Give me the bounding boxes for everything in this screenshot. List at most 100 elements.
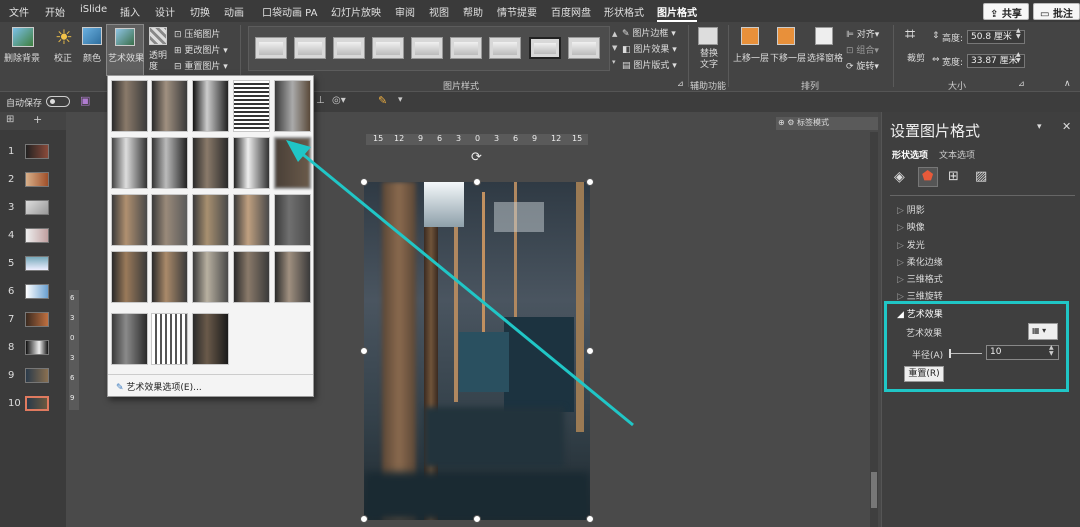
art-effect-option[interactable]: [274, 80, 311, 132]
align-shapes-icon[interactable]: ⊥: [316, 95, 325, 106]
transparency-icon[interactable]: [149, 27, 167, 45]
reset-picture-button[interactable]: ⊟ 重置图片 ▾: [174, 59, 228, 72]
art-effect-option[interactable]: [274, 251, 311, 303]
art-effects-options-item[interactable]: ✎ 艺术效果选项(E)...: [116, 380, 202, 393]
art-effect-option[interactable]: [274, 194, 311, 246]
send-backward-label[interactable]: 下移一层: [770, 51, 806, 64]
radius-slider[interactable]: [949, 349, 982, 358]
art-effect-option[interactable]: [111, 251, 148, 303]
slide-thumbnail[interactable]: 3: [0, 197, 66, 221]
color-label[interactable]: 颜色: [83, 51, 101, 64]
art-effect-picker[interactable]: ▦ ▾: [1028, 323, 1058, 340]
rotate-handle-icon[interactable]: ⟳: [471, 150, 482, 165]
slide-thumbnail[interactable]: 1: [0, 141, 66, 165]
tab-baidu-disk[interactable]: 百度网盘: [551, 4, 591, 19]
art-effect-option-blur-selected[interactable]: [274, 137, 311, 189]
selection-pane-label[interactable]: 选择窗格: [807, 51, 843, 64]
resize-handle[interactable]: [586, 515, 594, 523]
bring-forward-label[interactable]: 上移一层: [733, 51, 769, 64]
tab-islide[interactable]: iSlide: [80, 4, 107, 15]
art-effect-option[interactable]: [111, 80, 148, 132]
tab-file[interactable]: 文件: [9, 4, 29, 19]
tag-mode-button[interactable]: 标签模式: [797, 118, 829, 127]
picture-style-option[interactable]: [568, 37, 600, 59]
fill-line-icon[interactable]: ◈: [894, 169, 905, 185]
tab-picture-format[interactable]: 图片格式: [657, 4, 697, 22]
radius-spinner[interactable]: ▲ ▼: [1049, 345, 1054, 357]
crop-icon[interactable]: ⌗: [905, 26, 915, 44]
size-properties-icon[interactable]: ⊞: [948, 169, 959, 184]
tab-slideshow[interactable]: 幻灯片放映: [331, 4, 381, 19]
art-effect-option[interactable]: [151, 251, 188, 303]
resize-handle[interactable]: [360, 347, 368, 355]
tab-review[interactable]: 审阅: [395, 4, 415, 19]
art-effect-option[interactable]: [233, 137, 270, 189]
slide-thumbnail[interactable]: 7: [0, 309, 66, 333]
art-effect-option[interactable]: [192, 137, 229, 189]
picture-style-option[interactable]: [255, 37, 287, 59]
slide-thumbnail[interactable]: 9: [0, 365, 66, 389]
slide-thumbnail[interactable]: 5: [0, 253, 66, 277]
resize-handle[interactable]: [586, 178, 594, 186]
art-effect-option[interactable]: [233, 251, 270, 303]
art-effect-option[interactable]: [111, 313, 148, 365]
color-icon[interactable]: [82, 27, 102, 45]
picture-style-option[interactable]: [333, 37, 365, 59]
picture-style-option[interactable]: [529, 37, 561, 59]
slide-thumbnail[interactable]: 2: [0, 169, 66, 193]
crop-label[interactable]: 裁剪: [907, 51, 925, 64]
group-button[interactable]: ⊡ 组合▾: [846, 43, 879, 56]
tab-pocket-animation[interactable]: 口袋动画 PA: [262, 4, 317, 19]
width-spinner[interactable]: ▲ ▼: [1016, 52, 1021, 64]
section-3d-format[interactable]: ▷ 三维格式: [897, 272, 943, 285]
sun-icon[interactable]: ☀: [55, 27, 73, 47]
send-backward-icon[interactable]: [777, 27, 795, 45]
vertical-scrollbar[interactable]: [870, 132, 878, 527]
section-shadow[interactable]: ▷ 阴影: [897, 203, 925, 216]
picture-icon[interactable]: ▨: [975, 169, 987, 184]
art-effect-option[interactable]: [192, 251, 229, 303]
bring-forward-icon[interactable]: [741, 27, 759, 45]
art-effects-button[interactable]: 艺术效果: [106, 24, 144, 76]
resize-handle[interactable]: [473, 515, 481, 523]
section-soft-edges[interactable]: ▷ 柔化边缘: [897, 255, 943, 268]
slide-thumbnail[interactable]: 6: [0, 281, 66, 305]
pane-options-icon[interactable]: ▾: [1037, 122, 1042, 132]
art-effect-option[interactable]: [151, 194, 188, 246]
add-section-icon[interactable]: +: [33, 113, 42, 126]
art-effect-option[interactable]: [192, 80, 229, 132]
art-effect-option[interactable]: [151, 137, 188, 189]
resize-handle[interactable]: [586, 347, 594, 355]
art-effect-option[interactable]: [111, 137, 148, 189]
section-glow[interactable]: ▷ 发光: [897, 238, 925, 251]
picture-style-option[interactable]: [294, 37, 326, 59]
zoom-icon[interactable]: ⊕ ⚙: [778, 118, 797, 127]
remove-background-label[interactable]: 删除背景: [4, 51, 40, 64]
tab-shape-options[interactable]: 形状选项: [892, 148, 928, 161]
height-spinner[interactable]: ▲ ▼: [1016, 28, 1021, 40]
close-pane-icon[interactable]: ✕: [1062, 120, 1071, 133]
picture-border-button[interactable]: ✎ 图片边框 ▾: [622, 26, 676, 39]
picture-style-option[interactable]: [450, 37, 482, 59]
art-effect-option[interactable]: [233, 194, 270, 246]
rotate-button[interactable]: ⟳ 旋转▾: [846, 59, 879, 72]
picture-style-option[interactable]: [411, 37, 443, 59]
align-button[interactable]: ⊫ 对齐▾: [846, 27, 879, 40]
art-effect-option[interactable]: [151, 313, 188, 365]
selection-pane-icon[interactable]: [815, 27, 833, 45]
new-slide-icon[interactable]: ⊞: [6, 114, 14, 125]
section-reflection[interactable]: ▷ 映像: [897, 220, 925, 233]
art-effect-option[interactable]: [151, 80, 188, 132]
radius-slider-thumb[interactable]: [949, 349, 951, 358]
reset-button[interactable]: 重置(R): [904, 366, 944, 382]
customize-qat-icon[interactable]: ▾: [398, 95, 403, 105]
section-art-effects[interactable]: ◢ 艺术效果: [897, 307, 943, 320]
transparency-label[interactable]: 透明度: [149, 51, 169, 73]
tab-shape-format[interactable]: 形状格式: [604, 4, 644, 19]
tab-view[interactable]: 视图: [429, 4, 449, 19]
format-painter-icon[interactable]: ✎: [378, 94, 387, 107]
autosave-toggle[interactable]: [46, 96, 70, 107]
shape-fill-icon[interactable]: ◎▾: [332, 95, 346, 106]
picture-layout-button[interactable]: ▤ 图片版式 ▾: [622, 58, 677, 71]
picture-style-option[interactable]: [489, 37, 521, 59]
